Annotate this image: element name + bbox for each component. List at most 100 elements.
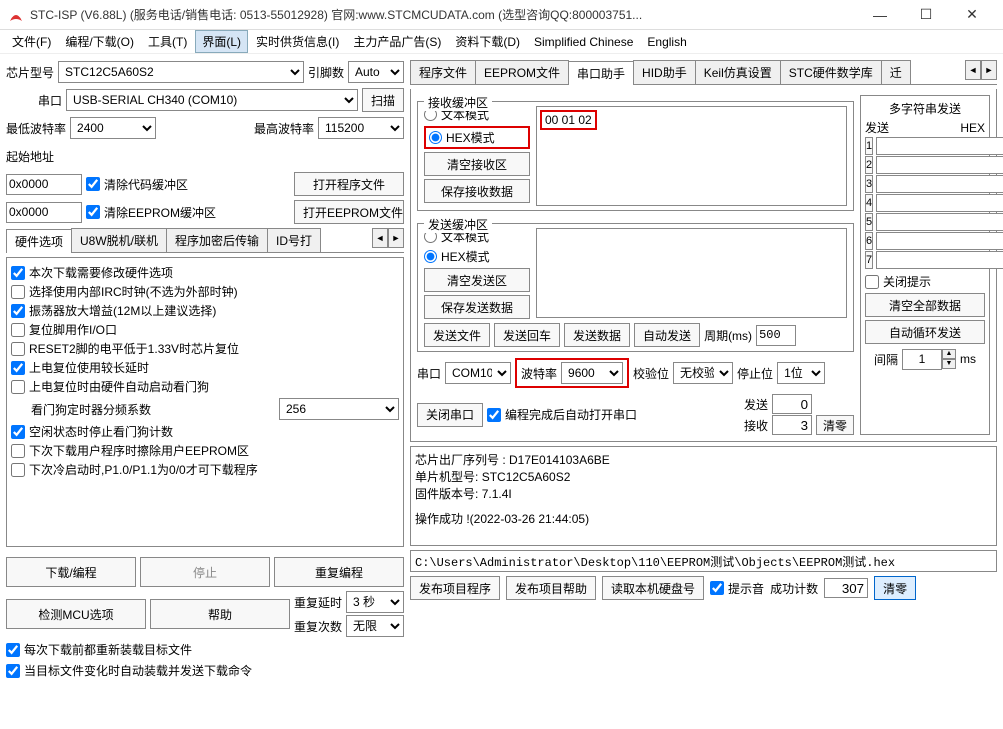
clear-eep-check[interactable]: 清除EEPROM缓冲区 [86,204,216,221]
ms-send-4[interactable]: 4 [865,194,873,212]
hw-tab-1[interactable]: U8W脱机/联机 [71,228,167,252]
hw-opt-3[interactable]: 复位脚用作I/O口 [11,321,399,338]
interval-input[interactable] [902,349,942,370]
stopbit-select[interactable]: 1位 [777,362,825,384]
minbaud-select[interactable]: 2400 [70,117,156,139]
hw-opt-1[interactable]: 选择使用内部IRC时钟(不选为外部时钟) [11,283,399,300]
ms-send-3[interactable]: 3 [865,175,873,193]
tab-left[interactable]: ◄ [372,228,388,248]
parity-select[interactable]: 无校验 [673,362,733,384]
ms-input-1[interactable] [876,137,1003,155]
hw-opt-6[interactable]: 上电复位时由硬件自动启动看门狗 [11,378,399,395]
serial-port-select[interactable]: COM10 [445,362,511,384]
count-clear-button[interactable]: 清零 [816,415,854,435]
hw-opt-2[interactable]: 振荡器放大增益(12M以上建议选择) [11,302,399,319]
eep-addr-input[interactable] [6,202,82,223]
menu-5[interactable]: 主力产品广告(S) [347,31,447,52]
hw-tab-2[interactable]: 程序加密后传输 [166,228,268,252]
help-button[interactable]: 帮助 [150,599,290,629]
scan-button[interactable]: 扫描 [362,88,404,112]
tx-save-button[interactable]: 保存发送数据 [424,295,530,319]
right-tab-6[interactable]: 迁 [881,60,911,84]
send-file-button[interactable]: 发送文件 [424,323,490,347]
hw-tab-3[interactable]: ID号打 [267,228,321,252]
hw-tab-0[interactable]: 硬件选项 [6,229,72,253]
detect-button[interactable]: 检测MCU选项 [6,599,146,629]
menu-0[interactable]: 文件(F) [6,31,57,52]
right-tab-1[interactable]: EEPROM文件 [475,60,569,84]
ms-send-5[interactable]: 5 [865,213,873,231]
ms-input-6[interactable] [876,232,1003,250]
reload-check[interactable]: 每次下载前都重新装载目标文件 [6,641,404,658]
menu-1[interactable]: 编程/下载(O) [59,31,140,52]
ms-send-7[interactable]: 7 [865,251,873,269]
hw-opt-9[interactable]: 下次下载用户程序时擦除用户EEPROM区 [11,442,399,459]
close-button[interactable]: ✕ [949,0,995,30]
ms-input-5[interactable] [876,213,1003,231]
redo-delay-select[interactable]: 3 秒 [346,591,404,613]
ms-input-3[interactable] [876,175,1003,193]
right-tab-0[interactable]: 程序文件 [410,60,476,84]
path-box[interactable]: C:\Users\Administrator\Desktop\110\EEPRO… [410,550,997,572]
spin-down[interactable]: ▼ [942,359,956,369]
right-tab-4[interactable]: Keil仿真设置 [695,60,781,84]
rtab-right[interactable]: ► [981,60,997,80]
beep-check[interactable]: 提示音 [710,580,764,597]
hw-options-list[interactable]: 本次下载需要修改硬件选项选择使用内部IRC时钟(不选为外部时钟) 振荡器放大增益(… [6,257,404,547]
open-eep-button[interactable]: 打开EEPROM文件 [294,200,404,224]
menu-7[interactable]: Simplified Chinese [528,33,639,51]
menu-8[interactable]: English [641,33,692,51]
right-tab-3[interactable]: HID助手 [633,60,696,84]
wdt-div-select[interactable]: 256 [279,398,399,420]
right-tab-5[interactable]: STC硬件数学库 [780,60,882,84]
send-cr-button[interactable]: 发送回车 [494,323,560,347]
redo-button[interactable]: 重复编程 [274,557,404,587]
rtab-left[interactable]: ◄ [965,60,981,80]
ms-input-7[interactable] [876,251,1003,269]
menu-4[interactable]: 实时供货信息(I) [250,31,345,52]
maximize-button[interactable]: ☐ [903,0,949,30]
hw-opt-8[interactable]: 空闲状态时停止看门狗计数 [11,423,399,440]
rx-save-button[interactable]: 保存接收数据 [424,179,530,203]
read-disk-button[interactable]: 读取本机硬盘号 [602,576,704,600]
auto-send-button[interactable]: 自动发送 [634,323,700,347]
hw-opt-0[interactable]: 本次下载需要修改硬件选项 [11,264,399,281]
ms-input-2[interactable] [876,156,1003,174]
ms-send-6[interactable]: 6 [865,232,873,250]
right-tab-2[interactable]: 串口助手 [568,61,634,85]
menu-3[interactable]: 界面(L) [195,30,248,53]
rx-hex-radio[interactable]: HEX模式 [429,129,525,146]
tx-clear-button[interactable]: 清空发送区 [424,268,530,292]
rx-clear-button[interactable]: 清空接收区 [424,152,530,176]
tab-right[interactable]: ► [388,228,404,248]
tx-textarea[interactable] [536,228,847,318]
clear-all-button[interactable]: 清空全部数据 [865,293,985,317]
open-code-button[interactable]: 打开程序文件 [294,172,404,196]
send-data-button[interactable]: 发送数据 [564,323,630,347]
download-button[interactable]: 下载/编程 [6,557,136,587]
rx-textarea[interactable]: 00 01 02 [536,106,847,206]
ms-input-4[interactable] [876,194,1003,212]
pincount-select[interactable]: Auto [348,61,404,83]
tx-hex-radio[interactable]: HEX模式 [424,248,530,265]
auto-loop-button[interactable]: 自动循环发送 [865,320,985,344]
publish-help-button[interactable]: 发布项目帮助 [506,576,596,600]
autoload-check[interactable]: 当目标文件变化时自动装载并发送下载命令 [6,662,404,679]
publish-button[interactable]: 发布项目程序 [410,576,500,600]
log-box[interactable]: 芯片出厂序列号 : D17E014103A6BE 单片机型号: STC12C5A… [410,446,997,546]
redo-count-select[interactable]: 无限 [346,615,404,637]
auto-open-check[interactable]: 编程完成后自动打开串口 [487,406,637,423]
maxbaud-select[interactable]: 115200 [318,117,404,139]
period-input[interactable] [756,325,796,346]
baud-select[interactable]: 9600 [561,362,623,384]
hw-opt-10[interactable]: 下次冷启动时,P1.0/P1.1为0/0才可下载程序 [11,461,399,478]
clear-code-check[interactable]: 清除代码缓冲区 [86,176,188,193]
ms-send-2[interactable]: 2 [865,156,873,174]
minimize-button[interactable]: — [857,0,903,30]
ms-send-1[interactable]: 1 [865,137,873,155]
chip-select[interactable]: STC12C5A60S2 [58,61,304,83]
menu-6[interactable]: 资料下载(D) [449,31,526,52]
spin-up[interactable]: ▲ [942,349,956,359]
hw-opt-4[interactable]: RESET2脚的电平低于1.33V时芯片复位 [11,340,399,357]
close-tip-check[interactable]: 关闭提示 [865,273,985,290]
